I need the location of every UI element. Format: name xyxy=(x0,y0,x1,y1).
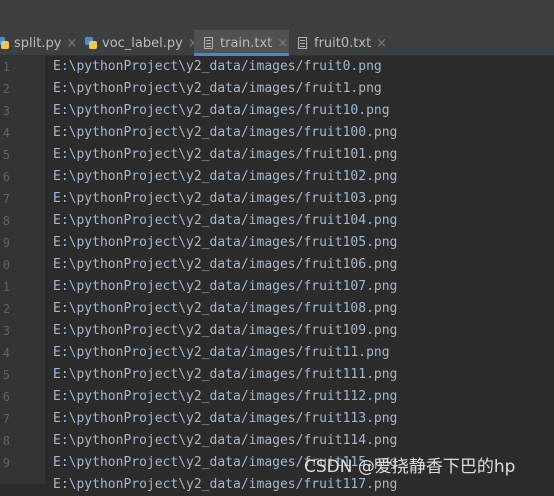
line-number: 8 xyxy=(2,434,10,448)
code-line: 0 E:\pythonProject\y2_data/images/fruit10… xyxy=(0,254,554,276)
text-file-icon xyxy=(204,37,213,49)
line-number: 5 xyxy=(2,148,10,162)
code-line: 7 E:\pythonProject\y2_data/images/fruit10… xyxy=(0,188,554,210)
tab-train-txt[interactable]: train.txt × xyxy=(194,30,289,56)
line-number: 1 xyxy=(2,60,10,74)
line-number: 2 xyxy=(2,82,10,96)
line-text: E:\pythonProject\y2_data/images/fruit109… xyxy=(53,323,398,338)
close-tab-icon[interactable]: × xyxy=(277,36,288,51)
close-tab-icon[interactable]: × xyxy=(376,36,387,51)
code-line: 6 E:\pythonProject\y2_data/images/fruit10… xyxy=(0,166,554,188)
line-text: E:\pythonProject\y2_data/images/fruit102… xyxy=(53,169,398,184)
line-number: 2 xyxy=(2,302,10,316)
line-number: 1 xyxy=(2,280,10,294)
code-line: 7 E:\pythonProject\y2_data/images/fruit11… xyxy=(0,408,554,430)
code-line: 8 E:\pythonProject\y2_data/images/fruit10… xyxy=(0,210,554,232)
tab-label: fruit0.txt xyxy=(314,35,372,51)
text-file-icon xyxy=(298,37,307,49)
code-line: 9 E:\pythonProject\y2_data/images/fruit10… xyxy=(0,232,554,254)
python-file-icon xyxy=(85,37,97,49)
tab-voc-label-py[interactable]: voc_label.py × xyxy=(78,30,199,56)
line-text: E:\pythonProject\y2_data/images/fruit108… xyxy=(53,301,398,316)
tab-label: voc_label.py xyxy=(102,35,183,51)
line-number: 7 xyxy=(2,192,10,206)
line-text: E:\pythonProject\y2_data/images/fruit11.… xyxy=(53,345,390,360)
tab-label: split.py xyxy=(14,35,62,51)
tab-split-py[interactable]: split.py × xyxy=(0,30,77,56)
code-line: 2 E:\pythonProject\y2_data/images/fruit10… xyxy=(0,298,554,320)
line-text: E:\pythonProject\y2_data/images/fruit10.… xyxy=(53,103,390,118)
line-text: E:\pythonProject\y2_data/images/fruit0.p… xyxy=(53,59,382,74)
line-number: 9 xyxy=(2,456,10,470)
code-line: 3 E:\pythonProject\y2_data/images/fruit10… xyxy=(0,100,554,122)
code-line: 1 E:\pythonProject\y2_data/images/fruit0.… xyxy=(0,56,554,78)
code-line: 5 E:\pythonProject\y2_data/images/fruit10… xyxy=(0,144,554,166)
watermark-text: CSDN @爱挠静香下巴的hp xyxy=(304,457,516,477)
line-text: E:\pythonProject\y2_data/images/fruit106… xyxy=(53,257,398,272)
line-number: 8 xyxy=(2,214,10,228)
line-number: 4 xyxy=(2,126,10,140)
python-file-icon xyxy=(0,37,9,49)
line-number: 3 xyxy=(2,324,10,338)
line-text: E:\pythonProject\y2_data/images/fruit1.p… xyxy=(53,81,382,96)
line-text: E:\pythonProject\y2_data/images/fruit103… xyxy=(53,191,398,206)
code-line: 5 E:\pythonProject\y2_data/images/fruit11… xyxy=(0,364,554,386)
code-line: 2 E:\pythonProject\y2_data/images/fruit1.… xyxy=(0,78,554,100)
line-text: E:\pythonProject\y2_data/images/fruit105… xyxy=(53,235,398,250)
line-text: E:\pythonProject\y2_data/images/fruit107… xyxy=(53,279,398,294)
line-text: E:\pythonProject\y2_data/images/fruit101… xyxy=(53,147,398,162)
line-number: 4 xyxy=(2,346,10,360)
line-text: E:\pythonProject\y2_data/images/fruit114… xyxy=(53,433,398,448)
code-line: E:\pythonProject\y2_data/images/fruit117… xyxy=(0,474,554,496)
line-number: 6 xyxy=(2,170,10,184)
line-text: E:\pythonProject\y2_data/images/fruit113… xyxy=(53,411,398,426)
line-number: 0 xyxy=(2,258,10,272)
line-number: 7 xyxy=(2,412,10,426)
close-tab-icon[interactable]: × xyxy=(66,36,77,51)
code-line: 6 E:\pythonProject\y2_data/images/fruit11… xyxy=(0,386,554,408)
editor-tab-bar: split.py × voc_label.py × train.txt × fr… xyxy=(0,30,554,56)
code-line: 1 E:\pythonProject\y2_data/images/fruit10… xyxy=(0,276,554,298)
tab-fruit0-txt[interactable]: fruit0.txt × xyxy=(290,30,388,56)
title-bar-area xyxy=(0,0,554,30)
code-line: 4 E:\pythonProject\y2_data/images/fruit10… xyxy=(0,122,554,144)
code-line: 8 E:\pythonProject\y2_data/images/fruit11… xyxy=(0,430,554,452)
line-text: E:\pythonProject\y2_data/images/fruit117… xyxy=(53,477,398,492)
line-number: 9 xyxy=(2,236,10,250)
line-number: 3 xyxy=(2,104,10,118)
line-number: 5 xyxy=(2,368,10,382)
code-line: 4 E:\pythonProject\y2_data/images/fruit11… xyxy=(0,342,554,364)
code-line: 3 E:\pythonProject\y2_data/images/fruit10… xyxy=(0,320,554,342)
line-text: E:\pythonProject\y2_data/images/fruit111… xyxy=(53,367,398,382)
line-number: 6 xyxy=(2,390,10,404)
line-text: E:\pythonProject\y2_data/images/fruit112… xyxy=(53,389,398,404)
line-text: E:\pythonProject\y2_data/images/fruit104… xyxy=(53,213,398,228)
line-text: E:\pythonProject\y2_data/images/fruit100… xyxy=(53,125,398,140)
tab-label: train.txt xyxy=(220,35,273,51)
editor-text-area[interactable]: 1 E:\pythonProject\y2_data/images/fruit0.… xyxy=(0,56,554,492)
